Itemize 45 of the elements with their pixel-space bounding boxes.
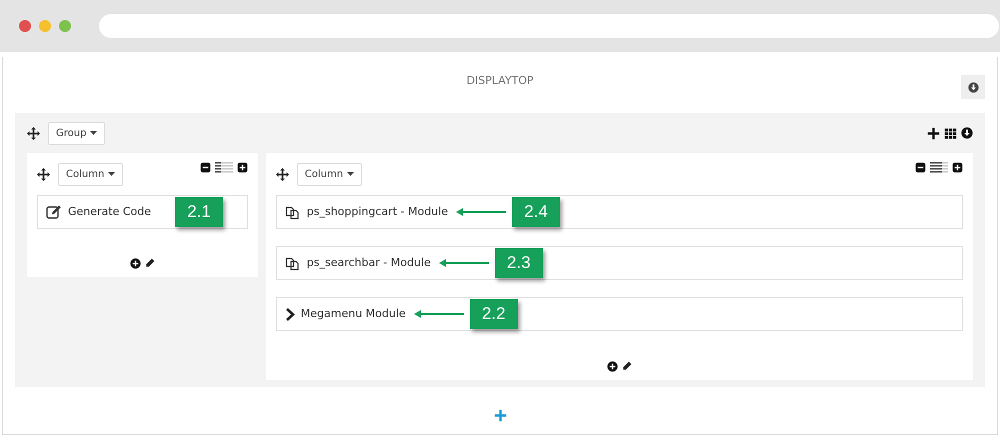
- grid-icon[interactable]: [944, 126, 957, 140]
- caret-icon: [347, 172, 354, 176]
- column-dropdown[interactable]: Column: [58, 162, 124, 186]
- close-window-dot[interactable]: [19, 20, 31, 32]
- section-title: DISPLAYTOP: [466, 73, 534, 87]
- plus-square-icon[interactable]: [952, 162, 963, 172]
- callout-label: 2.2: [470, 299, 518, 329]
- copy-icon: [284, 255, 301, 271]
- move-icon[interactable]: [27, 126, 40, 140]
- minimize-window-dot[interactable]: [39, 20, 51, 32]
- plus-square-icon[interactable]: [236, 162, 248, 172]
- add-plus-icon[interactable]: [494, 409, 506, 422]
- circle-plus-icon[interactable]: [130, 258, 141, 269]
- copy-icon: [284, 204, 301, 220]
- edit-icon: [46, 204, 62, 220]
- pencil-icon[interactable]: [622, 361, 632, 371]
- module-row[interactable]: Generate Code 2.1: [37, 195, 248, 229]
- callout-label: 2.4: [512, 197, 560, 227]
- module-row[interactable]: ps_shoppingcart - Module 2.4: [276, 195, 963, 229]
- plus-icon[interactable]: [927, 126, 940, 140]
- module-row[interactable]: Megamenu Module 2.2: [276, 297, 963, 331]
- callout-label: 2.3: [494, 248, 543, 278]
- maximize-window-dot[interactable]: [59, 20, 71, 32]
- caret-icon: [108, 172, 116, 176]
- module-label: Megamenu Module: [300, 306, 406, 322]
- circle-plus-icon[interactable]: [606, 361, 618, 372]
- column-width-icon[interactable]: [930, 162, 948, 172]
- download-button[interactable]: [961, 75, 985, 99]
- pencil-icon[interactable]: [144, 258, 155, 268]
- group-dropdown[interactable]: Group: [48, 122, 106, 144]
- minus-square-icon[interactable]: [915, 162, 926, 172]
- module-label: ps_shoppingcart - Module: [306, 204, 448, 220]
- circle-down-icon: [968, 82, 978, 92]
- callout-label: 2.1: [175, 197, 224, 227]
- chevron-right-icon: [284, 308, 295, 320]
- module-label: Generate Code: [68, 204, 152, 220]
- minus-square-icon[interactable]: [200, 162, 211, 172]
- module-row[interactable]: ps_searchbar - Module 2.3: [276, 246, 963, 280]
- circle-down-icon[interactable]: [961, 127, 973, 139]
- column-width-icon[interactable]: [214, 162, 233, 172]
- column-dropdown[interactable]: Column: [296, 162, 362, 186]
- module-label: ps_searchbar - Module: [306, 254, 431, 271]
- move-icon[interactable]: [276, 168, 289, 180]
- move-icon[interactable]: [37, 168, 50, 180]
- caret-icon: [90, 131, 98, 135]
